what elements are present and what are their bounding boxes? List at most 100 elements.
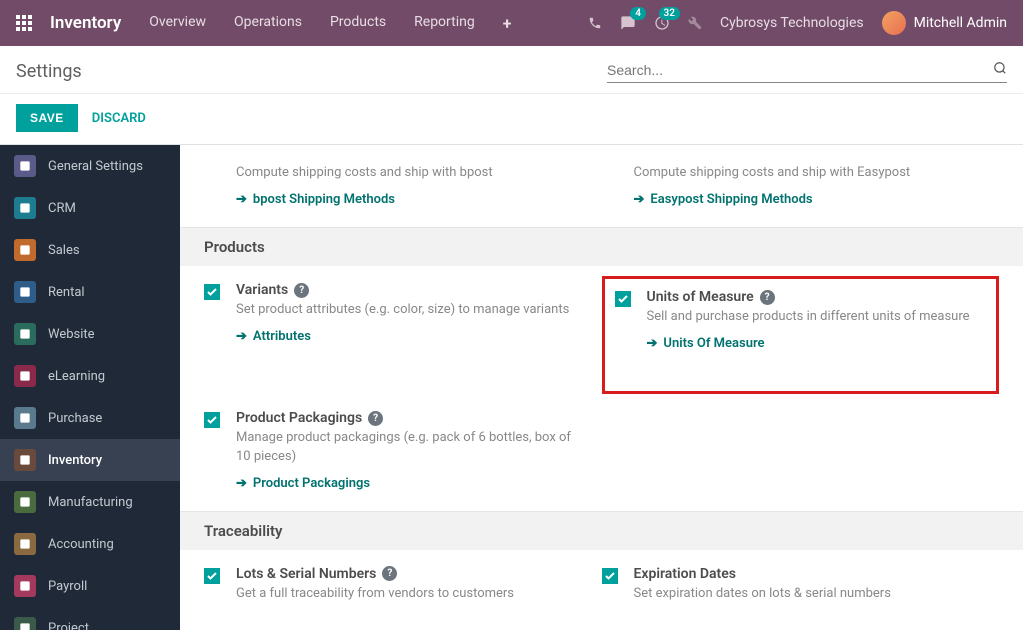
sidebar-item-accounting[interactable]: Accounting (0, 523, 180, 565)
settings-sidebar: General Settings CRM Sales Rental Website eLe… (0, 145, 180, 630)
sidebar-item-label: Project (48, 621, 89, 630)
nav-new[interactable]: + (503, 14, 512, 33)
nav-overview[interactable]: Overview (149, 14, 206, 33)
variants-title: Variants (236, 282, 288, 298)
sidebar-item-label: Rental (48, 285, 85, 300)
sidebar-icon (14, 617, 36, 630)
lots-title: Lots & Serial Numbers (236, 566, 376, 582)
easypost-desc: Compute shipping costs and ship with Eas… (634, 164, 990, 182)
sidebar-item-sales[interactable]: Sales (0, 229, 180, 271)
easypost-link[interactable]: ➔ Easypost Shipping Methods (634, 192, 990, 207)
sidebar-item-elearning[interactable]: eLearning (0, 355, 180, 397)
sidebar-icon (14, 197, 36, 219)
search-box[interactable] (607, 60, 1007, 83)
page-title: Settings (16, 61, 82, 82)
arrow-right-icon: ➔ (236, 329, 247, 344)
search-icon[interactable] (993, 61, 1007, 79)
sidebar-icon (14, 491, 36, 513)
uom-checkbox[interactable] (615, 291, 631, 307)
nav-reporting[interactable]: Reporting (414, 14, 475, 33)
traceability-row-1: Lots & Serial Numbers? Get a full tracea… (180, 550, 1023, 623)
navbar-right: 4 32 Cybrosys Technologies Mitchell Admi… (588, 11, 1007, 35)
packagings-desc: Manage product packagings (e.g. pack of … (236, 429, 576, 465)
sidebar-item-general-settings[interactable]: General Settings (0, 145, 180, 187)
help-icon[interactable]: ? (382, 566, 397, 581)
sidebar-item-purchase[interactable]: Purchase (0, 397, 180, 439)
company-name[interactable]: Cybrosys Technologies (720, 15, 864, 31)
discard-button[interactable]: DISCARD (92, 111, 146, 126)
products-row-2: Product Packagings? Manage product packa… (180, 404, 1023, 510)
packagings-title: Product Packagings (236, 410, 362, 426)
lots-desc: Get a full traceability from vendors to … (236, 585, 592, 603)
expiration-checkbox[interactable] (602, 568, 618, 584)
uom-desc: Sell and purchase products in different … (647, 308, 987, 326)
user-name: Mitchell Admin (914, 15, 1007, 31)
phone-icon[interactable] (588, 16, 602, 30)
help-icon[interactable]: ? (294, 283, 309, 298)
main-container: General Settings CRM Sales Rental Website eLe… (0, 144, 1023, 630)
save-button[interactable]: SAVE (16, 104, 78, 132)
sidebar-icon (14, 323, 36, 345)
sidebar-item-label: Manufacturing (48, 495, 133, 510)
sidebar-item-rental[interactable]: Rental (0, 271, 180, 313)
expiration-desc: Set expiration dates on lots & serial nu… (634, 585, 990, 603)
control-buttons: SAVE DISCARD (0, 94, 1023, 144)
sidebar-icon (14, 281, 36, 303)
sidebar-item-inventory[interactable]: Inventory (0, 439, 180, 481)
sidebar-icon (14, 575, 36, 597)
navbar-brand[interactable]: Inventory (50, 13, 121, 33)
sidebar-item-label: Sales (48, 243, 80, 258)
sidebar-icon (14, 239, 36, 261)
variants-block: Variants? Set product attributes (e.g. c… (204, 276, 602, 394)
packagings-link[interactable]: ➔Product Packagings (236, 476, 592, 491)
arrow-right-icon: ➔ (634, 192, 645, 207)
sidebar-item-payroll[interactable]: Payroll (0, 565, 180, 607)
help-icon[interactable]: ? (760, 290, 775, 305)
user-menu[interactable]: Mitchell Admin (882, 11, 1007, 35)
variants-desc: Set product attributes (e.g. color, size… (236, 301, 592, 319)
sidebar-item-manufacturing[interactable]: Manufacturing (0, 481, 180, 523)
variants-checkbox[interactable] (204, 284, 220, 300)
sidebar-item-label: eLearning (48, 369, 105, 384)
sidebar-icon (14, 449, 36, 471)
sidebar-icon (14, 365, 36, 387)
sidebar-item-label: General Settings (48, 159, 143, 174)
attributes-link[interactable]: ➔Attributes (236, 329, 592, 344)
products-row-1: Variants? Set product attributes (e.g. c… (180, 266, 1023, 404)
arrow-right-icon: ➔ (236, 476, 247, 491)
apps-icon[interactable] (16, 15, 32, 31)
sidebar-icon (14, 407, 36, 429)
tools-icon[interactable] (688, 16, 702, 30)
sidebar-item-label: Accounting (48, 537, 114, 552)
sidebar-item-label: CRM (48, 201, 76, 216)
lots-block: Lots & Serial Numbers? Get a full tracea… (204, 560, 602, 613)
search-input[interactable] (607, 60, 993, 80)
messaging-icon[interactable]: 4 (620, 15, 636, 31)
sidebar-item-project[interactable]: Project (0, 607, 180, 630)
products-header: Products (180, 227, 1023, 266)
expiration-title: Expiration Dates (634, 566, 736, 582)
display-exp-block: Display Expiration Dates on Delivery Sli… (602, 623, 1000, 630)
control-panel: Settings (0, 46, 1023, 94)
traceability-row-2: Display Lots & Serial Numbers on Deliver… (180, 623, 1023, 630)
lots-checkbox[interactable] (204, 568, 220, 584)
display-lots-block: Display Lots & Serial Numbers on Deliver… (204, 623, 602, 630)
bpost-link[interactable]: ➔ bpost Shipping Methods (236, 192, 592, 207)
sidebar-item-website[interactable]: Website (0, 313, 180, 355)
uom-title: Units of Measure (647, 289, 754, 305)
nav-products[interactable]: Products (330, 14, 386, 33)
bpost-block: Compute shipping costs and ship with bpo… (204, 155, 602, 217)
packagings-checkbox[interactable] (204, 412, 220, 428)
main-navbar: Inventory Overview Operations Products R… (0, 0, 1023, 46)
avatar (882, 11, 906, 35)
activities-icon[interactable]: 32 (654, 15, 670, 31)
help-icon[interactable]: ? (368, 411, 383, 426)
shipping-row: Compute shipping costs and ship with bpo… (180, 145, 1023, 227)
nav-operations[interactable]: Operations (234, 14, 302, 33)
uom-link[interactable]: ➔Units Of Measure (647, 336, 987, 351)
sidebar-item-crm[interactable]: CRM (0, 187, 180, 229)
easypost-block: Compute shipping costs and ship with Eas… (602, 155, 1000, 217)
uom-block: Units of Measure? Sell and purchase prod… (602, 276, 1000, 394)
arrow-right-icon: ➔ (236, 192, 247, 207)
settings-content: Compute shipping costs and ship with bpo… (180, 145, 1023, 630)
